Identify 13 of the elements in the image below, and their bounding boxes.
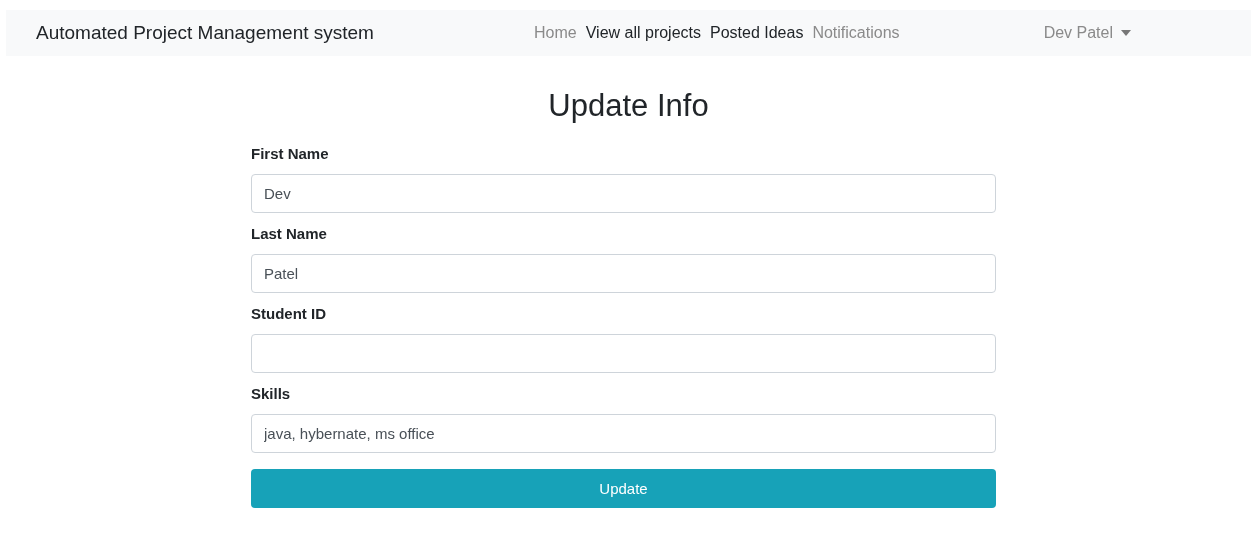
field-label: Skills [251,385,292,403]
nav-link[interactable]: View all projects [585,24,701,42]
input-field[interactable]: Dev [251,174,996,213]
field-label: First Name [251,145,330,163]
field-label: Last Name [251,225,328,243]
caret-icon [1121,30,1131,36]
input-field[interactable]: Patel [251,254,996,293]
nav-link[interactable]: Posted Ideas [710,24,804,42]
input-field[interactable]: java, hybernate, ms office [251,414,996,453]
brand-link[interactable]: Automated Project Management system [36,22,476,44]
page-title: Update Info [547,87,710,125]
field-label: Student ID [251,305,327,323]
input-field[interactable] [251,334,996,373]
